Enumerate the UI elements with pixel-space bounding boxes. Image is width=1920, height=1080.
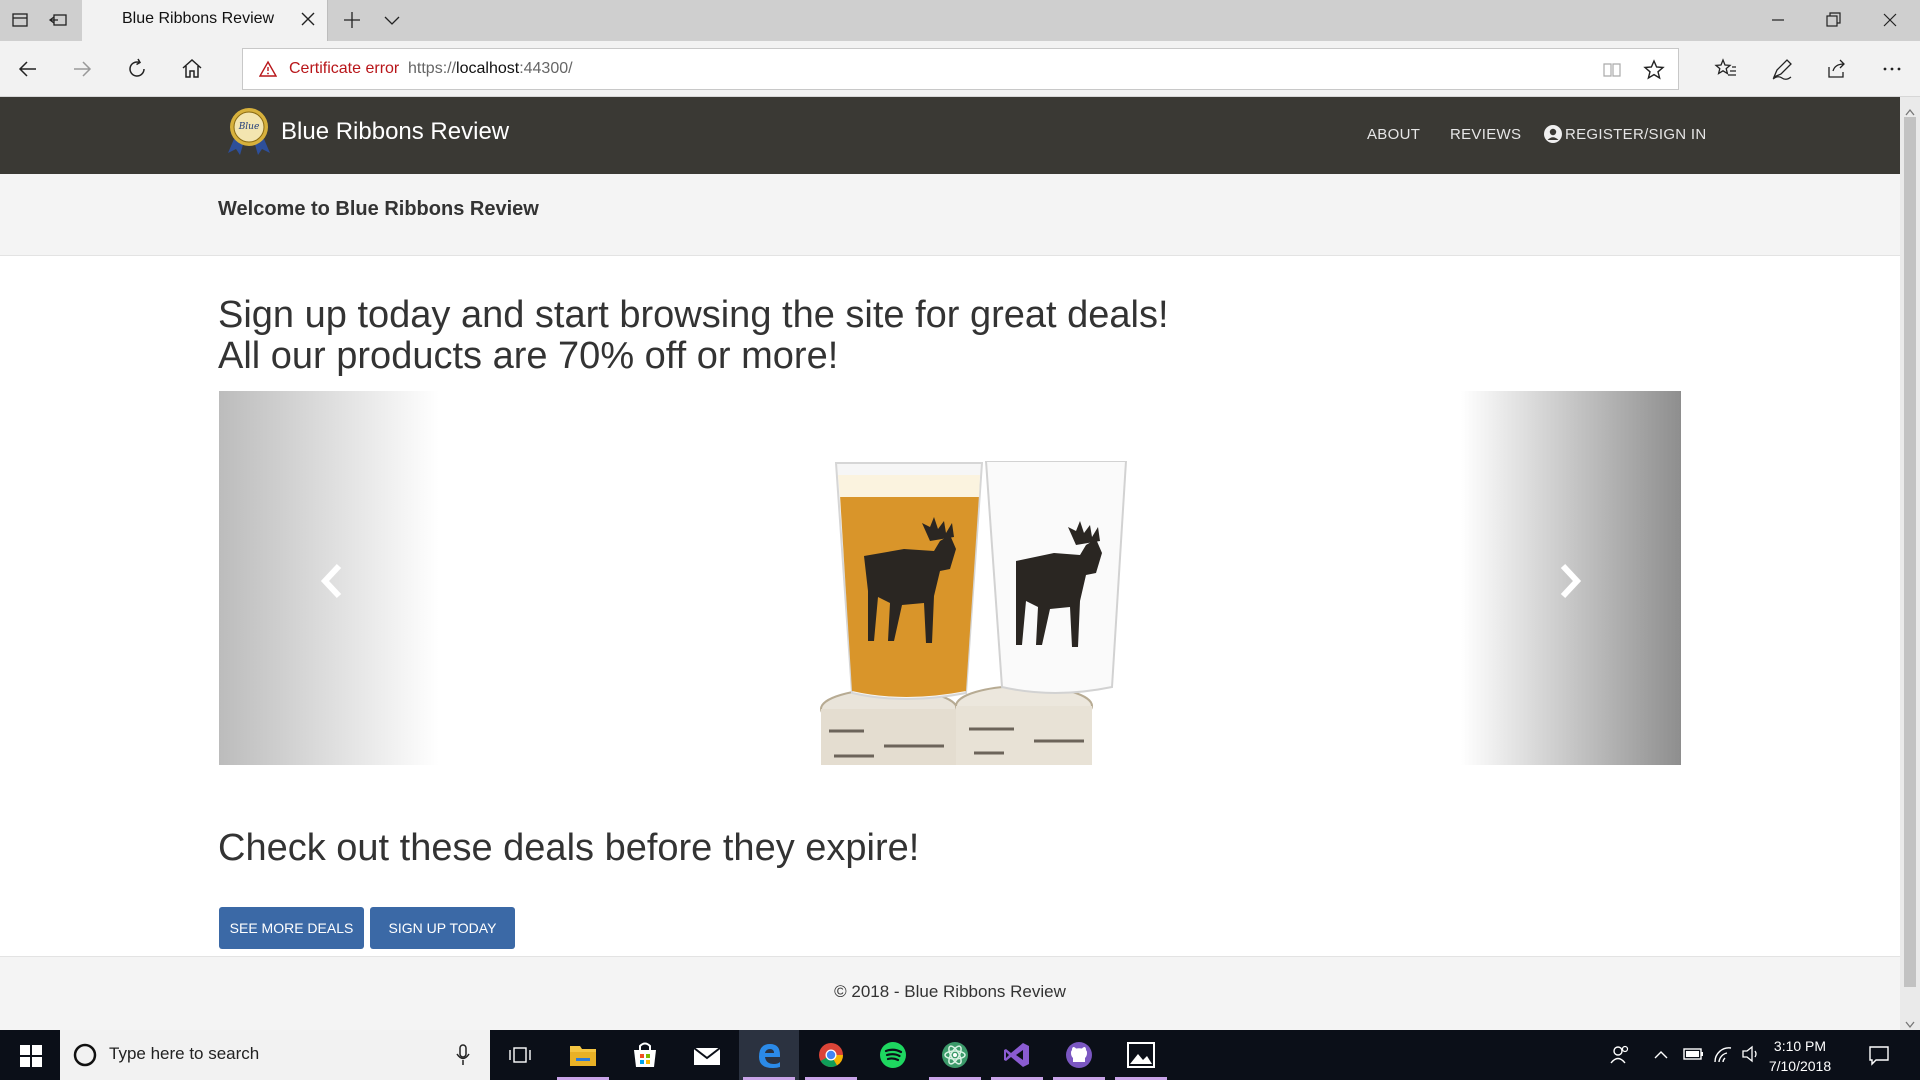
tab-set-aside-icon[interactable] <box>10 10 30 30</box>
warning-icon <box>258 60 278 82</box>
volume-icon[interactable] <box>1741 1044 1761 1068</box>
share-icon[interactable] <box>1825 57 1849 81</box>
home-icon[interactable] <box>180 57 204 81</box>
close-tab-icon[interactable] <box>299 10 317 32</box>
product-carousel <box>219 391 1681 765</box>
headline-line-1: Sign up today and start browsing the sit… <box>218 294 1169 336</box>
more-options-icon[interactable] <box>1880 57 1904 81</box>
tab-active[interactable]: Blue Ribbons Review <box>82 0 328 41</box>
battery-icon[interactable] <box>1683 1046 1705 1066</box>
taskbar-search-box[interactable]: Type here to search <box>60 1030 490 1080</box>
visual-studio-icon[interactable] <box>987 1030 1047 1080</box>
atom-icon[interactable] <box>925 1030 985 1080</box>
show-tabs-aside-icon[interactable] <box>48 10 68 30</box>
windows-start-icon[interactable] <box>20 1045 42 1067</box>
edge-icon[interactable] <box>739 1030 799 1080</box>
nav-about[interactable]: ABOUT <box>1367 126 1420 143</box>
tab-preview-chevron-icon[interactable] <box>382 10 402 30</box>
close-window-icon[interactable] <box>1880 10 1900 30</box>
wifi-icon[interactable] <box>1713 1044 1735 1068</box>
people-icon[interactable] <box>1608 1043 1632 1071</box>
product-image <box>820 461 1128 765</box>
carousel-prev-control[interactable] <box>219 391 439 765</box>
address-bar[interactable]: Certificate error https://localhost:4430… <box>242 48 1679 90</box>
back-icon[interactable] <box>16 57 40 81</box>
spotify-icon[interactable] <box>863 1030 923 1080</box>
clock-date: 7/10/2018 <box>1768 1058 1832 1074</box>
svg-text:Blue: Blue <box>238 122 260 132</box>
headline-line-2: All our products are 70% off or more! <box>218 335 839 377</box>
web-note-pen-icon[interactable] <box>1770 57 1794 81</box>
taskbar-clock[interactable]: 3:10 PM 7/10/2018 <box>1760 1036 1840 1076</box>
carousel-next-control[interactable] <box>1461 391 1681 765</box>
browser-toolbar: Certificate error https://localhost:4430… <box>0 41 1920 97</box>
store-icon[interactable] <box>615 1030 675 1080</box>
user-account-icon[interactable] <box>1544 125 1562 147</box>
refresh-icon[interactable] <box>125 57 149 81</box>
welcome-heading: Welcome to Blue Ribbons Review <box>218 198 539 220</box>
welcome-band: Welcome to Blue Ribbons Review <box>0 174 1900 256</box>
favorite-star-icon[interactable] <box>1643 59 1665 85</box>
github-icon[interactable] <box>1049 1030 1109 1080</box>
task-view-icon[interactable] <box>508 1044 532 1070</box>
action-center-icon[interactable] <box>1868 1044 1890 1070</box>
cortana-icon <box>73 1043 97 1071</box>
sign-up-today-button[interactable]: SIGN UP TODAY <box>370 907 515 949</box>
site-navbar: Blue Blue Ribbons Review ABOUT REVIEWS R… <box>0 97 1900 174</box>
footer-copyright: © 2018 - Blue Ribbons Review <box>834 982 1066 1001</box>
promo-headline: Sign up today and start browsing the sit… <box>218 295 1169 377</box>
nav-reviews[interactable]: REVIEWS <box>1450 126 1521 143</box>
clock-time: 3:10 PM <box>1773 1038 1827 1054</box>
microphone-icon[interactable] <box>455 1044 471 1070</box>
search-placeholder: Type here to search <box>109 1044 260 1063</box>
photos-icon[interactable] <box>1111 1030 1171 1080</box>
chevron-left-icon[interactable] <box>317 561 347 601</box>
page-scrollbar[interactable] <box>1900 97 1920 1030</box>
web-page: Blue Blue Ribbons Review ABOUT REVIEWS R… <box>0 97 1900 1030</box>
url-text[interactable]: https://localhost:44300/ <box>408 60 573 78</box>
chevron-right-icon[interactable] <box>1555 561 1585 601</box>
chrome-icon[interactable] <box>801 1030 861 1080</box>
scroll-thumb[interactable] <box>1904 117 1916 987</box>
windows-taskbar: Type here to search 3:10 PM 7/10/2018 <box>0 1030 1920 1080</box>
show-hidden-icons-chevron-icon[interactable] <box>1653 1047 1669 1066</box>
reading-view-icon[interactable] <box>1602 60 1622 84</box>
restore-icon[interactable] <box>1823 10 1843 30</box>
file-explorer-icon[interactable] <box>553 1030 613 1080</box>
new-tab-icon[interactable] <box>342 10 362 30</box>
browser-tab-bar: Blue Ribbons Review <box>0 0 1920 41</box>
forward-icon[interactable] <box>70 57 94 81</box>
minimize-icon[interactable] <box>1768 10 1788 30</box>
mail-icon[interactable] <box>677 1030 737 1080</box>
favorites-hub-icon[interactable] <box>1714 57 1738 81</box>
site-footer: © 2018 - Blue Ribbons Review <box>0 956 1900 1030</box>
deals-heading: Check out these deals before they expire… <box>218 827 920 869</box>
logo-icon[interactable]: Blue <box>226 105 272 157</box>
see-more-deals-button[interactable]: SEE MORE DEALS <box>219 907 364 949</box>
certificate-error-label[interactable]: Certificate error <box>289 60 399 78</box>
nav-register-sign-in[interactable]: REGISTER/SIGN IN <box>1565 126 1706 143</box>
site-brand[interactable]: Blue Ribbons Review <box>281 118 509 146</box>
tab-title: Blue Ribbons Review <box>122 10 275 27</box>
